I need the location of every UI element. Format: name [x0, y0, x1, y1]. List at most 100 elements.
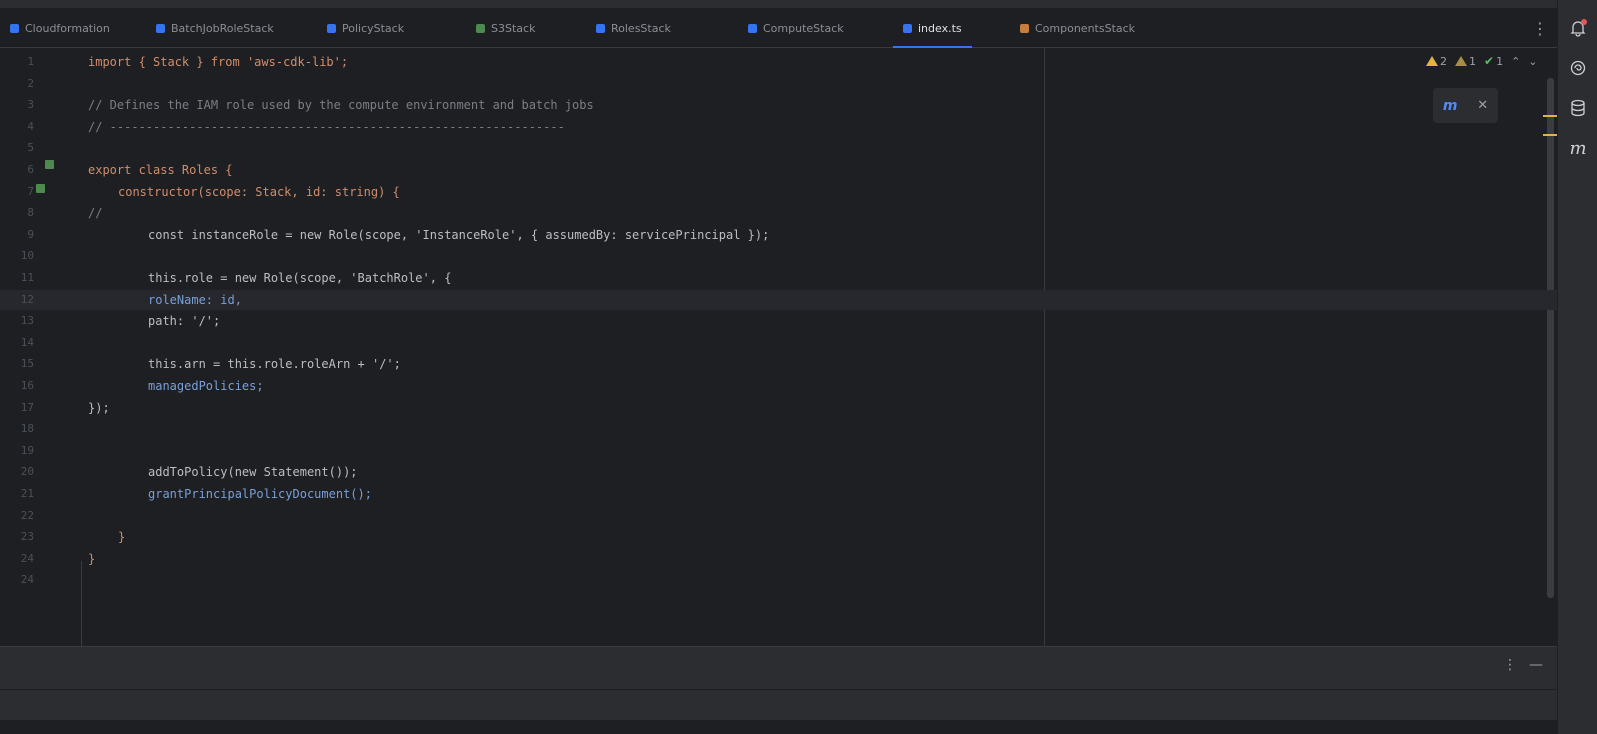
- line-number: 9: [27, 227, 34, 241]
- line-number: 15: [20, 357, 34, 371]
- code-line[interactable]: 2: [0, 74, 1557, 94]
- tab-label: PolicyStack: [342, 21, 405, 35]
- code-line[interactable]: 24}: [0, 549, 1557, 569]
- tab-7[interactable]: ComponentsStack: [1020, 8, 1135, 48]
- code-line[interactable]: 18: [0, 419, 1557, 439]
- code-text: path: '/';: [148, 314, 221, 329]
- code-line[interactable]: 15 this.arn = this.role.roleArn + '/';: [0, 354, 1557, 374]
- tab-label: ComponentsStack: [1035, 21, 1136, 35]
- line-number: 20: [20, 465, 34, 479]
- tab-0[interactable]: Cloudformation: [10, 8, 110, 48]
- line-number: 4: [27, 119, 34, 133]
- file-icon: [748, 23, 757, 33]
- notification-badge: [1581, 19, 1587, 25]
- code-line[interactable]: 19: [0, 441, 1557, 461]
- code-line[interactable]: 16 managedPolicies;: [0, 376, 1557, 396]
- notifications-icon[interactable]: [1566, 16, 1590, 40]
- code-editor[interactable]: 2 1 ✔ 1 ⌃ ⌄ m ✕ 1 import { Stack } from '…: [0, 48, 1557, 646]
- code-text: const instanceRole = new Role(scope, 'In…: [148, 227, 770, 242]
- code-text: managedPolicies;: [148, 379, 264, 393]
- tab-label: S3Stack: [491, 21, 536, 35]
- tab-6[interactable]: index.ts: [893, 8, 972, 49]
- code-text: roleName: id,: [148, 292, 242, 307]
- tab-3[interactable]: S3Stack: [476, 8, 535, 48]
- tab-label: RolesStack: [611, 21, 671, 35]
- file-icon: [156, 23, 165, 33]
- code-line[interactable]: 10: [0, 246, 1557, 266]
- code-line[interactable]: 13 path: '/';: [0, 311, 1557, 331]
- code-line[interactable]: 4 // ------------------------------------…: [0, 117, 1557, 137]
- line-number: 10: [20, 249, 34, 263]
- code-text: }: [118, 530, 126, 545]
- tab-5[interactable]: ComputeStack: [748, 8, 844, 48]
- file-icon: [596, 23, 605, 33]
- code-line[interactable]: 24: [0, 570, 1557, 590]
- line-number: 13: [20, 314, 34, 328]
- file-icon: [327, 23, 336, 33]
- code-text: grantPrincipalPolicyDocument();: [148, 487, 372, 501]
- code-text: addToPolicy(new Statement());: [148, 465, 358, 480]
- tab-2[interactable]: PolicyStack: [327, 8, 404, 48]
- line-number: 21: [20, 487, 34, 500]
- status-bar: [0, 720, 1557, 734]
- code-line[interactable]: 7 constructor(scope: Stack, id: string) {: [0, 182, 1557, 202]
- line-number: 16: [20, 379, 34, 392]
- code-line[interactable]: 9 const instanceRole = new Role(scope, 'I…: [0, 225, 1557, 245]
- line-number: 14: [20, 335, 34, 349]
- file-icon: [476, 23, 485, 33]
- code-line[interactable]: 22: [0, 506, 1557, 526]
- window-top-strip: [0, 0, 1557, 8]
- line-number: 5: [27, 141, 34, 155]
- code-line[interactable]: 6 export class Roles {: [0, 160, 1557, 180]
- editor-tab-bar: Cloudformation BatchJobRoleStack PolicySta…: [0, 8, 1557, 49]
- code-text: this.role = new Role(scope, 'BatchRole',…: [148, 271, 452, 285]
- m-plugin-icon[interactable]: m: [1566, 136, 1590, 160]
- file-icon: [1020, 23, 1029, 33]
- code-text: });: [88, 400, 110, 415]
- line-number: 17: [20, 400, 34, 414]
- line-number: 7: [27, 184, 34, 198]
- code-text: }: [88, 551, 96, 566]
- code-text: // Defines the IAM role used by the comp…: [88, 98, 594, 113]
- code-line[interactable]: 5: [0, 138, 1557, 158]
- line-number: 19: [20, 443, 34, 457]
- code-text: export class Roles {: [88, 163, 233, 177]
- line-number: 6: [27, 163, 34, 176]
- database-icon[interactable]: [1566, 96, 1590, 120]
- code-line[interactable]: 21 grantPrincipalPolicyDocument();: [0, 484, 1557, 504]
- file-icon: [903, 23, 912, 33]
- more-options-icon[interactable]: ⋮: [1500, 655, 1520, 675]
- line-number: 3: [27, 98, 34, 112]
- file-icon: [10, 23, 19, 33]
- panel-divider: [0, 689, 1557, 690]
- tab-4[interactable]: RolesStack: [596, 8, 671, 48]
- code-line[interactable]: 1 import { Stack } from 'aws-cdk-lib';: [0, 52, 1557, 72]
- code-line[interactable]: 8 //: [0, 203, 1557, 223]
- right-tool-window-bar: m: [1557, 0, 1597, 734]
- line-number: 1: [27, 55, 34, 68]
- code-text: //: [88, 206, 103, 221]
- tabs-more-icon[interactable]: ⋮: [1530, 8, 1550, 48]
- line-number: 12: [20, 292, 34, 306]
- code-line[interactable]: 20 addToPolicy(new Statement());: [0, 462, 1557, 482]
- tab-label: Cloudformation: [25, 21, 110, 35]
- line-number: 22: [20, 508, 34, 522]
- code-line[interactable]: 23}: [0, 527, 1557, 547]
- line-number: 24: [20, 573, 34, 587]
- tab-label: index.ts: [918, 21, 962, 35]
- ai-assistant-icon[interactable]: [1566, 56, 1590, 80]
- code-line[interactable]: 14: [0, 333, 1557, 353]
- code-text: import { Stack } from 'aws-cdk-lib';: [88, 55, 349, 69]
- tab-1[interactable]: BatchJobRoleStack: [156, 8, 274, 48]
- line-number: 18: [20, 422, 34, 436]
- code-line[interactable]: 3 // Defines the IAM role used by the com…: [0, 95, 1557, 115]
- line-number: 8: [27, 206, 34, 220]
- tab-label: ComputeStack: [763, 21, 844, 35]
- line-number: 11: [20, 271, 34, 284]
- code-line[interactable]: 12 roleName: id,: [0, 289, 1557, 310]
- line-number: 2: [27, 76, 34, 90]
- minimize-icon[interactable]: —: [1526, 655, 1546, 675]
- code-line[interactable]: 11 this.role = new Role(scope, 'BatchRole…: [0, 268, 1557, 288]
- tab-label: BatchJobRoleStack: [171, 21, 274, 35]
- code-line[interactable]: 17});: [0, 398, 1557, 418]
